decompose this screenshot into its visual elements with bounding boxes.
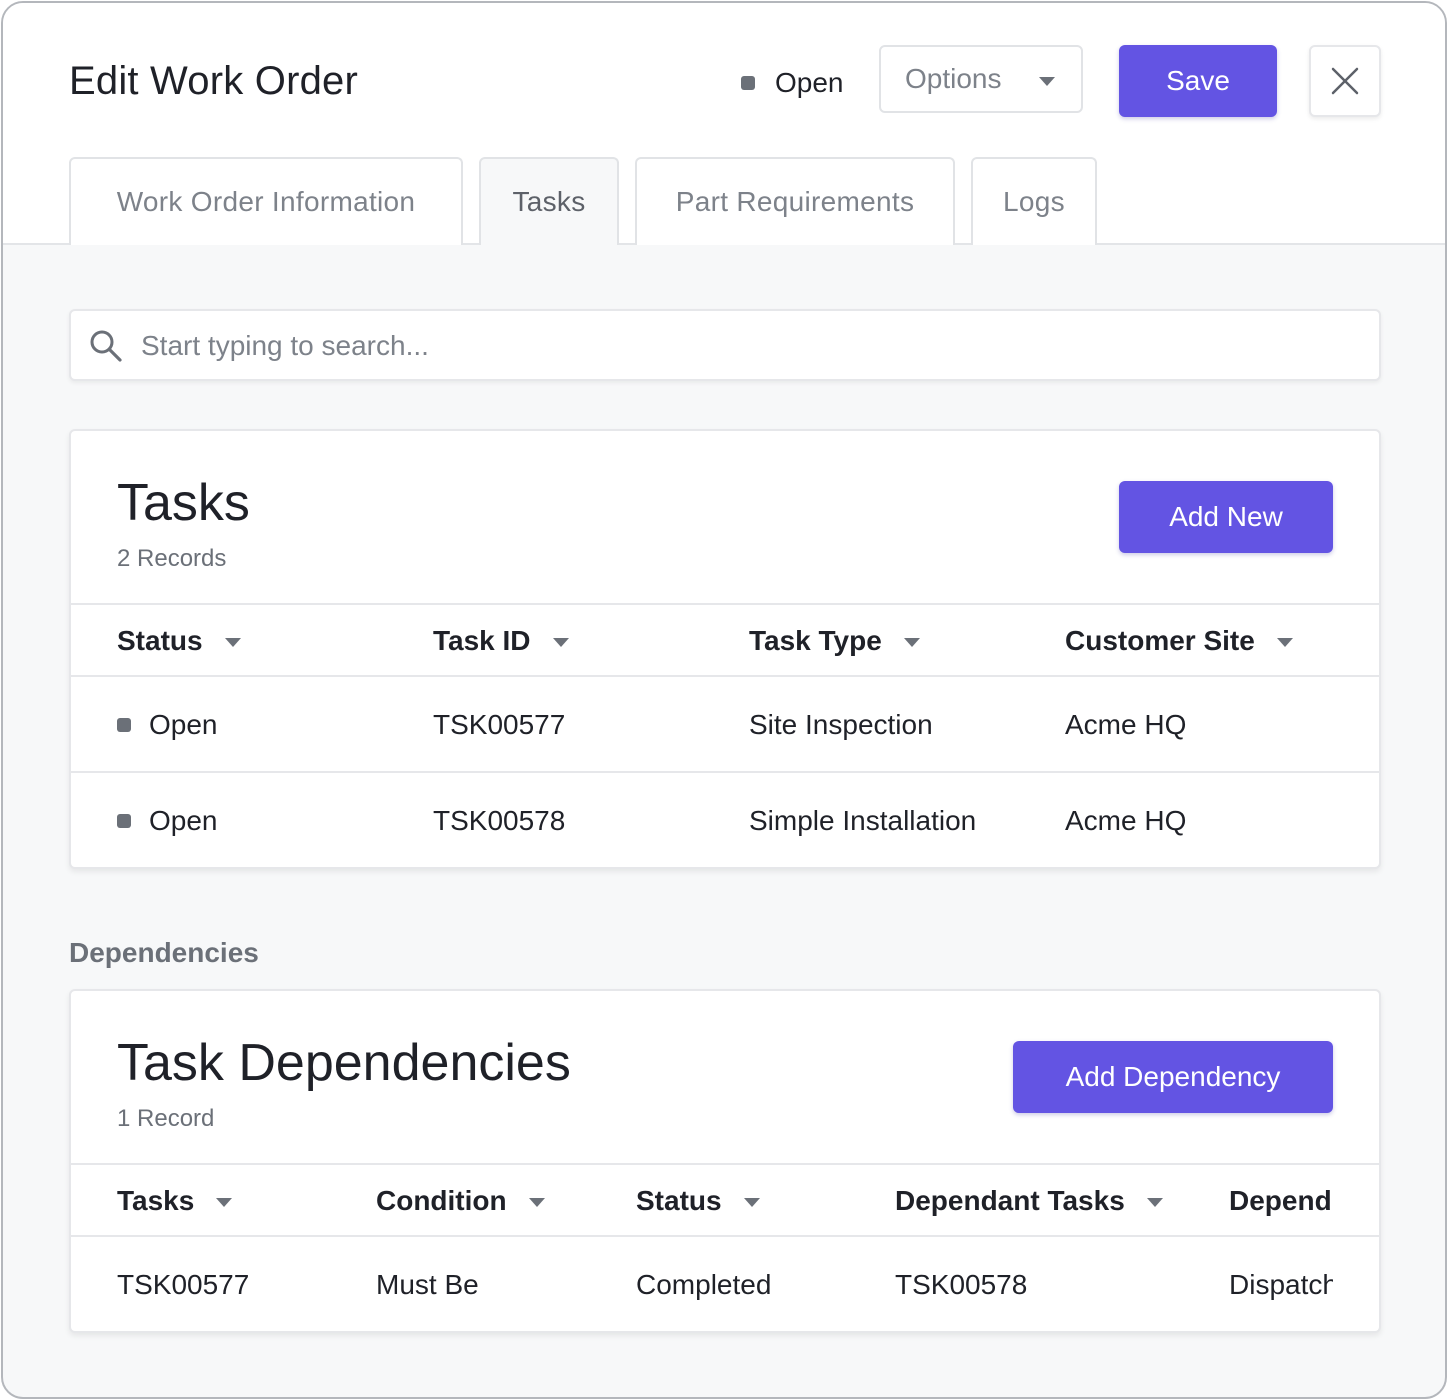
tasks-card-title: Tasks: [117, 474, 250, 532]
chevron-down-icon: [216, 1197, 233, 1207]
column-header-label: Task ID: [433, 625, 531, 656]
row-status: Open: [117, 707, 218, 743]
page-title: Edit Work Order: [69, 59, 358, 103]
row-customer-site: Acme HQ: [1065, 709, 1187, 740]
chevron-down-icon: [1039, 77, 1055, 86]
row-task-type: Site Inspection: [749, 709, 933, 740]
column-header-customer-site[interactable]: Customer Site: [1065, 623, 1293, 659]
chevron-down-icon: [1276, 637, 1293, 647]
divider: [71, 771, 1379, 773]
dependencies-record-count: 1 Record: [117, 1105, 215, 1132]
column-header-dependant-tasks[interactable]: Dependant Tasks: [895, 1183, 1163, 1219]
column-header-label: Dependant Tasks: [895, 1185, 1125, 1216]
column-header-label: Task Type: [749, 625, 882, 656]
status-square-icon: [117, 718, 131, 732]
add-new-task-button[interactable]: Add New: [1119, 481, 1333, 553]
chevron-down-icon: [903, 637, 920, 647]
save-button[interactable]: Save: [1119, 45, 1277, 117]
add-dependency-button[interactable]: Add Dependency: [1013, 1041, 1333, 1113]
column-header-condition[interactable]: Condition: [376, 1183, 545, 1219]
chevron-down-icon: [1146, 1197, 1163, 1207]
chevron-down-icon: [224, 637, 241, 647]
row-condition: Must Be: [376, 1269, 479, 1300]
row-task-type: Simple Installation: [749, 805, 977, 836]
dependencies-section-label: Dependencies: [69, 937, 259, 968]
row-task-id[interactable]: TSK00577: [433, 707, 565, 743]
column-header-status[interactable]: Status: [636, 1183, 760, 1219]
chevron-down-icon: [743, 1197, 760, 1207]
search-bar: [69, 309, 1381, 381]
column-header-label: Status: [636, 1185, 722, 1216]
search-icon: [90, 330, 122, 362]
column-header-label: Depend: [1229, 1185, 1332, 1216]
column-header-label: Customer Site: [1065, 625, 1255, 656]
tab-part-requirements[interactable]: Part Requirements: [635, 157, 955, 245]
chevron-down-icon: [528, 1197, 545, 1207]
tab-work-order-information[interactable]: Work Order Information: [69, 157, 463, 245]
column-header-label: Status: [117, 625, 203, 656]
options-dropdown[interactable]: Options: [879, 45, 1083, 113]
row-tasks[interactable]: TSK00577: [117, 1267, 249, 1303]
row-dependant-tasks[interactable]: TSK00578: [895, 1267, 1027, 1303]
row-customer-site: Acme HQ: [1065, 805, 1187, 836]
tasks-record-count: 2 Records: [117, 545, 227, 572]
tasks-card: Tasks 2 Records Add New Status Task ID T…: [69, 429, 1381, 869]
row-status: Completed: [636, 1269, 772, 1300]
column-header-task-id[interactable]: Task ID: [433, 623, 569, 659]
status-text: Open: [149, 805, 218, 836]
dependencies-card-title: Task Dependencies: [117, 1034, 571, 1092]
divider: [71, 675, 1379, 677]
column-header-dependency[interactable]: Depend: [1229, 1183, 1333, 1219]
status-square-icon: [117, 814, 131, 828]
divider: [71, 603, 1379, 605]
row-status: Open: [117, 803, 218, 839]
column-header-status[interactable]: Status: [117, 623, 241, 659]
close-button[interactable]: [1309, 45, 1381, 117]
work-order-status: Open: [741, 65, 844, 101]
chevron-down-icon: [552, 637, 569, 647]
tab-tasks[interactable]: Tasks: [479, 157, 619, 245]
options-label: Options: [905, 63, 1002, 94]
status-label: Open: [775, 67, 844, 98]
tab-logs[interactable]: Logs: [971, 157, 1097, 245]
column-header-tasks[interactable]: Tasks: [117, 1183, 233, 1219]
column-header-label: Condition: [376, 1185, 507, 1216]
status-square-icon: [741, 76, 755, 90]
search-input[interactable]: [139, 323, 1343, 369]
divider: [71, 1235, 1379, 1237]
close-icon: [1331, 67, 1359, 95]
column-header-label: Tasks: [117, 1185, 195, 1216]
column-header-task-type[interactable]: Task Type: [749, 623, 920, 659]
row-task-id[interactable]: TSK00578: [433, 803, 565, 839]
task-dependencies-card: Task Dependencies 1 Record Add Dependenc…: [69, 989, 1381, 1333]
dialog-header: Edit Work Order Open Options Save Work O…: [3, 3, 1445, 245]
row-dependency: Dispatch: [1229, 1269, 1333, 1300]
divider: [71, 1163, 1379, 1165]
edit-work-order-dialog: Edit Work Order Open Options Save Work O…: [1, 1, 1447, 1399]
status-text: Open: [149, 709, 218, 740]
